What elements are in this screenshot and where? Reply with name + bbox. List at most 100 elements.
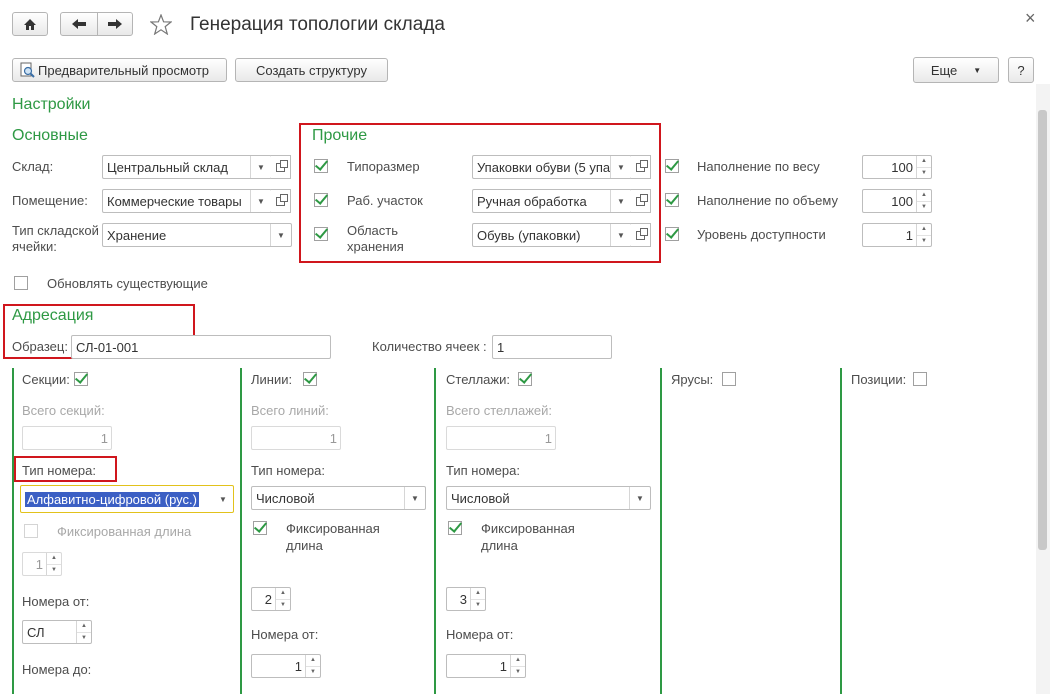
- dropdown-arrow-icon[interactable]: ▼: [213, 486, 233, 512]
- fill-weight-value: 100: [891, 159, 913, 175]
- spinner-icon[interactable]: ▲ ▼: [470, 588, 485, 610]
- lines-fixed-input[interactable]: 2 ▲ ▼: [251, 587, 291, 611]
- warehouse-select[interactable]: Центральный склад ▼: [102, 155, 272, 179]
- spinner-icon[interactable]: ▲ ▼: [275, 588, 290, 610]
- warehouse-label: Склад:: [12, 159, 54, 174]
- home-button[interactable]: [12, 12, 48, 36]
- open-icon[interactable]: [631, 189, 651, 213]
- storage-area-select[interactable]: Обувь (упаковки) ▼: [472, 223, 632, 247]
- lines-type-label: Тип номера:: [251, 463, 325, 478]
- sections-from-input[interactable]: СЛ ▲ ▼: [22, 620, 92, 644]
- access-level-checkbox[interactable]: [665, 227, 679, 241]
- spinner-icon[interactable]: ▲ ▼: [916, 224, 931, 246]
- lines-total-input: 1: [251, 426, 341, 450]
- racks-fixed-value: 3: [459, 591, 467, 607]
- work-area-label: Раб. участок: [347, 193, 423, 208]
- favorite-star-icon[interactable]: [150, 14, 172, 35]
- racks-total-value: 1: [544, 430, 552, 446]
- open-icon[interactable]: [631, 223, 651, 247]
- open-icon[interactable]: [271, 189, 291, 213]
- preview-button[interactable]: Предварительный просмотр: [12, 58, 227, 82]
- update-existing-label: Обновлять существующие: [47, 276, 208, 291]
- fill-weight-input[interactable]: 100 ▲ ▼: [862, 155, 932, 179]
- work-area-select[interactable]: Ручная обработка ▼: [472, 189, 632, 213]
- lines-fixed-value: 2: [264, 591, 272, 607]
- dropdown-arrow-icon[interactable]: ▼: [610, 156, 631, 178]
- dropdown-arrow-icon[interactable]: ▼: [250, 190, 271, 212]
- spinner-icon[interactable]: ▲ ▼: [305, 655, 320, 677]
- preview-icon: [20, 62, 35, 78]
- create-structure-label: Создать структуру: [256, 62, 367, 78]
- sections-type-select[interactable]: Алфавитно-цифровой (рус.) ▼: [20, 485, 234, 513]
- forward-button[interactable]: [97, 12, 133, 36]
- racks-label: Стеллажи:: [446, 372, 510, 387]
- racks-checkbox[interactable]: [518, 372, 532, 386]
- racks-type-select[interactable]: Числовой ▼: [446, 486, 651, 510]
- open-icon[interactable]: [271, 155, 291, 179]
- sections-type-value: Алфавитно-цифровой (рус.): [25, 491, 199, 507]
- back-button[interactable]: [60, 12, 98, 36]
- fill-volume-value: 100: [891, 193, 913, 209]
- create-structure-button[interactable]: Создать структуру: [235, 58, 388, 82]
- fill-weight-checkbox[interactable]: [665, 159, 679, 173]
- addressing-heading: Адресация: [12, 307, 94, 324]
- fill-volume-input[interactable]: 100 ▲ ▼: [862, 189, 932, 213]
- lines-type-value: Числовой: [256, 490, 315, 506]
- dropdown-arrow-icon[interactable]: ▼: [404, 487, 425, 509]
- column-divider: [12, 368, 14, 694]
- lines-total-value: 1: [329, 430, 337, 446]
- main-heading: Основные: [12, 127, 88, 144]
- racks-fixed-label-1: Фиксированная: [481, 521, 575, 536]
- sections-fixed-checkbox: [24, 524, 38, 538]
- dropdown-arrow-icon[interactable]: ▼: [610, 224, 631, 246]
- storage-area-checkbox[interactable]: [314, 227, 328, 241]
- spinner-icon[interactable]: ▲ ▼: [510, 655, 525, 677]
- positions-label: Позиции:: [851, 372, 907, 387]
- room-value: Коммерческие товары: [107, 193, 242, 209]
- more-button[interactable]: Еще ▼: [913, 57, 999, 83]
- help-button[interactable]: ?: [1008, 57, 1034, 83]
- size-checkbox[interactable]: [314, 159, 328, 173]
- dropdown-arrow-icon[interactable]: ▼: [270, 224, 291, 246]
- help-label: ?: [1017, 62, 1025, 78]
- room-select[interactable]: Коммерческие товары ▼: [102, 189, 272, 213]
- racks-fixed-input[interactable]: 3 ▲ ▼: [446, 587, 486, 611]
- lines-from-input[interactable]: 1 ▲ ▼: [251, 654, 321, 678]
- dropdown-arrow-icon[interactable]: ▼: [250, 156, 271, 178]
- racks-fixed-label-2: длина: [481, 538, 518, 553]
- lines-type-select[interactable]: Числовой ▼: [251, 486, 426, 510]
- size-label: Типоразмер: [347, 159, 420, 174]
- sample-field[interactable]: СЛ-01-001: [71, 335, 331, 359]
- racks-total-input: 1: [446, 426, 556, 450]
- tiers-checkbox[interactable]: [722, 372, 736, 386]
- update-existing-checkbox[interactable]: [14, 276, 28, 290]
- access-level-value: 1: [905, 227, 913, 243]
- preview-label: Предварительный просмотр: [38, 62, 210, 78]
- lines-total-label: Всего линий:: [251, 403, 329, 418]
- spinner-icon[interactable]: ▲ ▼: [916, 190, 931, 212]
- scrollbar-thumb[interactable]: [1038, 110, 1047, 550]
- fill-volume-checkbox[interactable]: [665, 193, 679, 207]
- column-divider: [240, 368, 242, 694]
- lines-fixed-checkbox[interactable]: [253, 521, 267, 535]
- cell-type-select[interactable]: Хранение ▼: [102, 223, 292, 247]
- other-heading: Прочие: [312, 127, 368, 144]
- lines-fixed-label-1: Фиксированная: [286, 521, 380, 536]
- sections-checkbox[interactable]: [74, 372, 88, 386]
- work-area-checkbox[interactable]: [314, 193, 328, 207]
- open-icon[interactable]: [631, 155, 651, 179]
- spinner-icon[interactable]: ▲ ▼: [916, 156, 931, 178]
- racks-type-value: Числовой: [451, 490, 510, 506]
- dropdown-arrow-icon[interactable]: ▼: [610, 190, 631, 212]
- racks-fixed-checkbox[interactable]: [448, 521, 462, 535]
- dropdown-arrow-icon[interactable]: ▼: [629, 487, 650, 509]
- positions-checkbox[interactable]: [913, 372, 927, 386]
- spinner-icon[interactable]: ▲ ▼: [76, 621, 91, 643]
- racks-from-input[interactable]: 1 ▲ ▼: [446, 654, 526, 678]
- access-level-input[interactable]: 1 ▲ ▼: [862, 223, 932, 247]
- sample-value: СЛ-01-001: [76, 339, 139, 355]
- cells-count-field[interactable]: 1: [492, 335, 612, 359]
- lines-checkbox[interactable]: [303, 372, 317, 386]
- close-icon[interactable]: ×: [1025, 8, 1036, 29]
- size-select[interactable]: Упаковки обуви (5 упа ▼: [472, 155, 632, 179]
